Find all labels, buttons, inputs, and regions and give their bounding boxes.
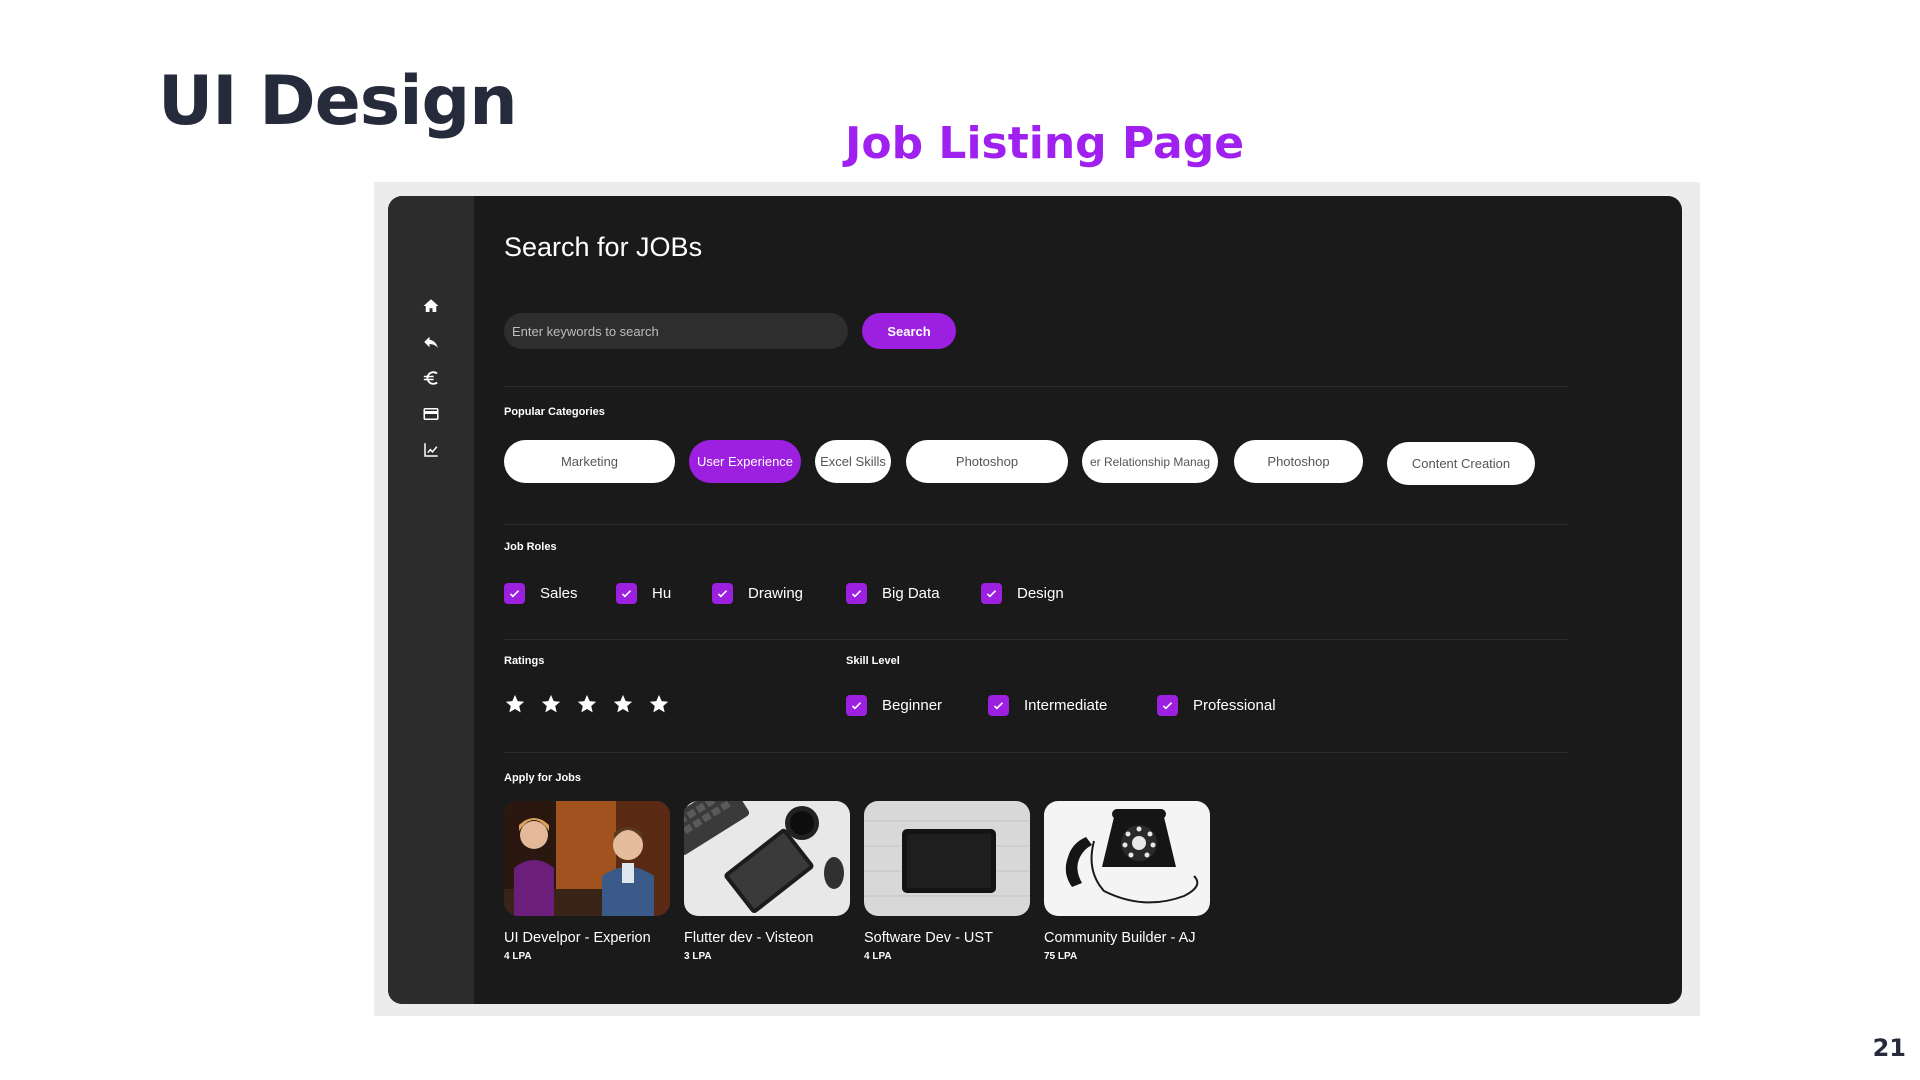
- main-content: Search for JOBs Search Popular Categorie…: [504, 196, 1682, 1004]
- job-salary: 75 LPA: [1044, 951, 1078, 962]
- checkbox-label: Intermediate: [1024, 697, 1108, 714]
- skill-level-label: Skill Level: [846, 655, 900, 667]
- star-icon[interactable]: [504, 693, 526, 715]
- category-chip-customer-relationship[interactable]: er Relationship Manag: [1082, 440, 1218, 483]
- star-icon[interactable]: [612, 693, 634, 715]
- category-chip-marketing[interactable]: Marketing: [504, 440, 675, 483]
- slide-subtitle: Job Listing Page: [845, 118, 1245, 169]
- mockup-frame: Search for JOBs Search Popular Categorie…: [374, 182, 1700, 1016]
- chart-line-icon[interactable]: [417, 436, 445, 464]
- job-role-checkbox-drawing[interactable]: Drawing: [712, 583, 803, 604]
- star-icon[interactable]: [576, 693, 598, 715]
- slide-title: UI Design: [158, 62, 518, 141]
- credit-card-icon[interactable]: [417, 400, 445, 428]
- checkbox-label: Drawing: [748, 585, 804, 602]
- checkbox-checked-icon: [616, 583, 637, 604]
- job-card[interactable]: UI Develpor - Experion 4 LPA: [504, 801, 670, 962]
- category-chip-content-creation[interactable]: Content Creation: [1387, 442, 1535, 485]
- checkbox-label: Sales: [540, 585, 578, 602]
- rotary-telephone-photo: [1044, 801, 1210, 916]
- skill-checkbox-intermediate[interactable]: Intermediate: [988, 695, 1107, 716]
- job-role-checkbox-design[interactable]: Design: [981, 583, 1064, 604]
- divider: [504, 639, 1568, 640]
- job-card[interactable]: Software Dev - UST 4 LPA: [864, 801, 1030, 962]
- checkbox-checked-icon: [504, 583, 525, 604]
- job-roles-label: Job Roles: [504, 541, 557, 553]
- job-role-checkbox-sales[interactable]: Sales: [504, 583, 578, 604]
- app-window: Search for JOBs Search Popular Categorie…: [388, 196, 1682, 1004]
- job-salary: 3 LPA: [684, 951, 712, 962]
- job-title: Community Builder - AJ: [1044, 930, 1196, 946]
- tablet-on-desk-photo: [864, 801, 1030, 916]
- job-card[interactable]: Community Builder - AJ 75 LPA: [1044, 801, 1210, 962]
- category-chip-user-experience[interactable]: User Experience: [689, 440, 801, 483]
- apply-for-jobs-label: Apply for Jobs: [504, 772, 582, 784]
- checkbox-checked-icon: [712, 583, 733, 604]
- job-title: Flutter dev - Visteon: [684, 930, 814, 946]
- desk-tablet-keyboard-photo: [684, 801, 850, 916]
- page-number: 21: [1872, 1034, 1906, 1062]
- checkbox-checked-icon: [846, 583, 867, 604]
- sidebar: [388, 196, 474, 1004]
- job-title: UI Develpor - Experion: [504, 930, 651, 946]
- job-role-checkbox-hu[interactable]: Hu: [616, 583, 671, 604]
- popular-categories-label: Popular Categories: [504, 406, 605, 418]
- page-heading: Search for JOBs: [504, 232, 703, 262]
- job-card[interactable]: Flutter dev - Visteon 3 LPA: [684, 801, 850, 962]
- checkbox-label: Design: [1017, 585, 1064, 602]
- job-salary: 4 LPA: [864, 951, 892, 962]
- checkbox-label: Hu: [652, 585, 672, 602]
- job-salary: 4 LPA: [504, 951, 532, 962]
- star-icon[interactable]: [540, 693, 562, 715]
- checkbox-checked-icon: [846, 695, 867, 716]
- reply-icon[interactable]: [417, 328, 445, 356]
- checkbox-label: Professional: [1193, 697, 1276, 714]
- checkbox-checked-icon: [988, 695, 1009, 716]
- category-chip-photoshop[interactable]: Photoshop: [906, 440, 1068, 483]
- category-chip-photoshop-2[interactable]: Photoshop: [1234, 440, 1363, 483]
- home-icon[interactable]: [417, 292, 445, 320]
- search-button[interactable]: Search: [862, 313, 956, 349]
- star-icon[interactable]: [648, 693, 670, 715]
- category-chip-excel-skills[interactable]: Excel Skills: [815, 440, 891, 483]
- skill-checkbox-beginner[interactable]: Beginner: [846, 695, 942, 716]
- checkbox-label: Beginner: [882, 697, 943, 714]
- divider: [504, 386, 1568, 387]
- divider: [504, 752, 1568, 753]
- skill-checkbox-professional[interactable]: Professional: [1157, 695, 1276, 716]
- divider: [504, 524, 1568, 525]
- euro-icon[interactable]: [417, 364, 445, 392]
- job-title: Software Dev - UST: [864, 930, 993, 946]
- checkbox-label: Big Data: [882, 585, 940, 602]
- rating-stars: [504, 693, 684, 715]
- office-meeting-photo: [504, 801, 670, 916]
- checkbox-checked-icon: [1157, 695, 1178, 716]
- job-role-checkbox-big-data[interactable]: Big Data: [846, 583, 940, 604]
- checkbox-checked-icon: [981, 583, 1002, 604]
- ratings-label: Ratings: [504, 655, 545, 667]
- search-input[interactable]: [504, 313, 848, 349]
